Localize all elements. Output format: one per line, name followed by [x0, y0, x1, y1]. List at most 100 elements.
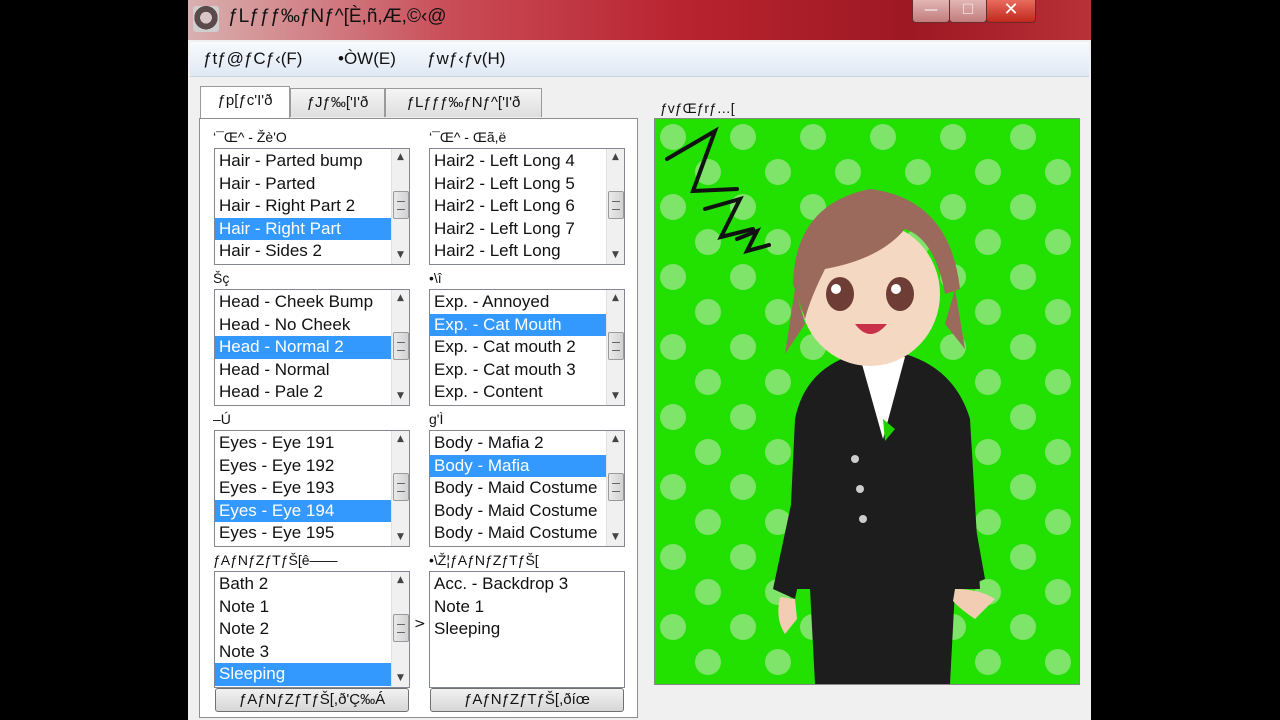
accessory-list-label: ƒAƒNƒZƒTƒŠ[ê—— — [213, 552, 338, 568]
list-item[interactable]: Eyes - Eye 191 — [215, 432, 392, 455]
character-preview-image — [655, 119, 1079, 684]
list-item[interactable]: Exp. - Content — [430, 381, 607, 404]
list-item[interactable]: Note 1 — [215, 596, 392, 619]
menu-help[interactable]: ƒwƒ‹ƒv(H) — [427, 49, 505, 69]
minimize-button[interactable]: — — [912, 0, 950, 23]
list-item[interactable]: Eyes - Eye 193 — [215, 477, 392, 500]
list-item[interactable]: Eyes - Eye 192 — [215, 455, 392, 478]
scrollbar[interactable]: ▲ ▼ — [606, 431, 624, 546]
list-item[interactable]: Body - Mafia — [430, 454, 607, 477]
list-item[interactable]: Body - Maid Costume — [430, 500, 607, 523]
list-item[interactable]: Hair - Parted bump — [215, 150, 392, 173]
scroll-down-icon[interactable]: ▼ — [392, 388, 409, 405]
scroll-up-icon[interactable]: ▲ — [607, 431, 624, 448]
scroll-down-icon[interactable]: ▼ — [607, 247, 624, 264]
scrollbar[interactable]: ▲ ▼ — [606, 290, 624, 405]
scrollbar[interactable]: ▲ ▼ — [391, 149, 409, 264]
expression-list[interactable]: Exp. - Annoyed Exp. - Cat Mouth Exp. - Cat… — [429, 289, 625, 406]
accessory-equipped-list[interactable]: Acc. - Backdrop 3 Note 1 Sleeping — [429, 571, 625, 688]
list-item[interactable]: Hair2 - Left Long 4 — [430, 150, 607, 173]
scroll-up-icon[interactable]: ▲ — [392, 431, 409, 448]
menu-edit[interactable]: •ÒW(E) — [338, 49, 396, 69]
list-item[interactable]: Hair2 - Left Long 7 — [430, 218, 607, 241]
scrollbar[interactable]: ▲ ▼ — [606, 149, 624, 264]
list-item[interactable]: Hair2 - Left Long 5 — [430, 173, 607, 196]
grip-icon[interactable] — [608, 191, 624, 219]
face-list[interactable]: Head - Cheek Bump Head - No Cheek Head - N… — [214, 289, 410, 406]
list-item[interactable]: Hair2 - Left Long — [430, 240, 607, 263]
scrollbar[interactable]: ▲ ▼ — [391, 431, 409, 546]
scroll-up-icon[interactable]: ▲ — [607, 149, 624, 166]
body-label: g'Ì — [429, 411, 444, 427]
grip-icon[interactable] — [608, 473, 624, 501]
list-item[interactable]: Exp. - Cat mouth 2 — [430, 336, 607, 359]
list-item[interactable]: Sleeping — [430, 618, 624, 641]
scroll-down-icon[interactable]: ▼ — [392, 670, 409, 687]
list-item[interactable]: Eyes - Eye 194 — [215, 499, 392, 522]
grip-icon[interactable] — [393, 191, 409, 219]
scroll-down-icon[interactable]: ▼ — [607, 529, 624, 546]
scroll-down-icon[interactable]: ▼ — [392, 529, 409, 546]
scroll-down-icon[interactable]: ▼ — [607, 388, 624, 405]
list-item[interactable]: Exp. - Annoyed — [430, 291, 607, 314]
list-item[interactable]: Hair2 - Left Long 6 — [430, 195, 607, 218]
menu-bar: ƒtƒ@ƒCƒ‹(F) •ÒW(E) ƒwƒ‹ƒv(H) — [190, 42, 1089, 77]
list-item[interactable]: Head - Pale 2 — [215, 381, 392, 404]
parts-panel: ‘¯Œ^ - Žè'O Hair - Parted bump Hair - Par… — [199, 118, 638, 718]
scroll-up-icon[interactable]: ▲ — [392, 572, 409, 589]
list-item[interactable]: Hair - Parted — [215, 173, 392, 196]
list-item[interactable]: Head - Cheek Bump — [215, 291, 392, 314]
hair-front-label: ‘¯Œ^ - Žè'O — [213, 129, 287, 145]
list-item[interactable]: Note 2 — [215, 618, 392, 641]
list-item[interactable]: Eyes - Eye 195 — [215, 522, 392, 545]
tab-parts[interactable]: ƒp[ƒc'I'ð — [200, 86, 290, 118]
scroll-up-icon[interactable]: ▲ — [392, 290, 409, 307]
move-arrow-icon[interactable]: > — [414, 616, 426, 632]
grip-icon[interactable] — [393, 473, 409, 501]
scroll-down-icon[interactable]: ▼ — [392, 247, 409, 264]
body-list[interactable]: Body - Mafia 2 Body - Mafia Body - Maid Co… — [429, 430, 625, 547]
list-item[interactable]: Head - No Cheek — [215, 314, 392, 337]
eyes-list[interactable]: Eyes - Eye 191 Eyes - Eye 192 Eyes - Eye 1… — [214, 430, 410, 547]
accessory-list[interactable]: Bath 2 Note 1 Note 2 Note 3 Sleeping ▲ ▼ — [214, 571, 410, 688]
grip-icon[interactable] — [393, 614, 409, 642]
add-accessory-button[interactable]: ƒAƒNƒZƒTƒŠ[,ð'Ç‰Á — [215, 688, 409, 712]
close-button[interactable]: ✕ — [986, 0, 1036, 23]
list-item[interactable]: Sleeping — [215, 663, 392, 686]
hair-back-list[interactable]: Hair2 - Left Long 4 Hair2 - Left Long 5 Ha… — [429, 148, 625, 265]
face-label: Šç — [213, 270, 230, 286]
list-item[interactable]: Note 1 — [430, 596, 624, 619]
scrollbar[interactable]: ▲ ▼ — [391, 290, 409, 405]
list-item[interactable]: Hair - Right Part 2 — [215, 195, 392, 218]
preview-label: ƒvƒŒƒrƒ…[ — [660, 100, 735, 116]
list-item[interactable]: Head - Normal — [215, 359, 392, 382]
grip-icon[interactable] — [608, 332, 624, 360]
list-item[interactable]: Acc. - Backdrop 3 — [430, 573, 624, 596]
menu-file[interactable]: ƒtƒ@ƒCƒ‹(F) — [203, 49, 302, 69]
hair-front-list[interactable]: Hair - Parted bump Hair - Parted Hair - Ri… — [214, 148, 410, 265]
remove-accessory-button[interactable]: ƒAƒNƒZƒTƒŠ[,ðíœ — [430, 688, 624, 712]
list-item[interactable]: Exp. - Cat mouth 3 — [430, 359, 607, 382]
list-item[interactable]: Hair - Sides 2 — [215, 240, 392, 263]
list-item[interactable]: Head - Normal 2 — [215, 336, 392, 359]
title-bar[interactable]: ƒLƒƒƒ‰ƒNƒ^[È,ñ,Æ,©‹@ — ☐ ✕ — [188, 0, 1091, 40]
list-item[interactable]: Body - Maid Costume — [430, 477, 607, 500]
maximize-button[interactable]: ☐ — [949, 0, 987, 23]
list-item[interactable]: Hair - Right Part — [215, 217, 392, 240]
app-window: ƒLƒƒƒ‰ƒNƒ^[È,ñ,Æ,©‹@ — ☐ ✕ ƒtƒ@ƒCƒ‹(F) •… — [188, 0, 1091, 720]
list-item[interactable]: Bath 2 — [215, 573, 392, 596]
tab-colors[interactable]: ƒJƒ‰['I'ð — [290, 88, 385, 117]
expression-label: •\î — [429, 270, 442, 286]
scrollbar[interactable]: ▲ ▼ — [391, 572, 409, 687]
hair-back-label: ‘¯Œ^ - Œã,ë — [429, 129, 507, 145]
app-icon — [193, 6, 219, 32]
list-item[interactable]: Body - Mafia 2 — [430, 432, 607, 455]
accessory-equipped-label: •\Ž¦ƒAƒNƒZƒTƒŠ[ — [429, 552, 539, 568]
tab-characters[interactable]: ƒLƒƒƒ‰ƒNƒ^['I'ð — [385, 88, 542, 117]
scroll-up-icon[interactable]: ▲ — [607, 290, 624, 307]
list-item[interactable]: Body - Maid Costume — [430, 522, 607, 545]
list-item[interactable]: Note 3 — [215, 641, 392, 664]
scroll-up-icon[interactable]: ▲ — [392, 149, 409, 166]
list-item[interactable]: Exp. - Cat Mouth — [430, 313, 607, 336]
grip-icon[interactable] — [393, 332, 409, 360]
